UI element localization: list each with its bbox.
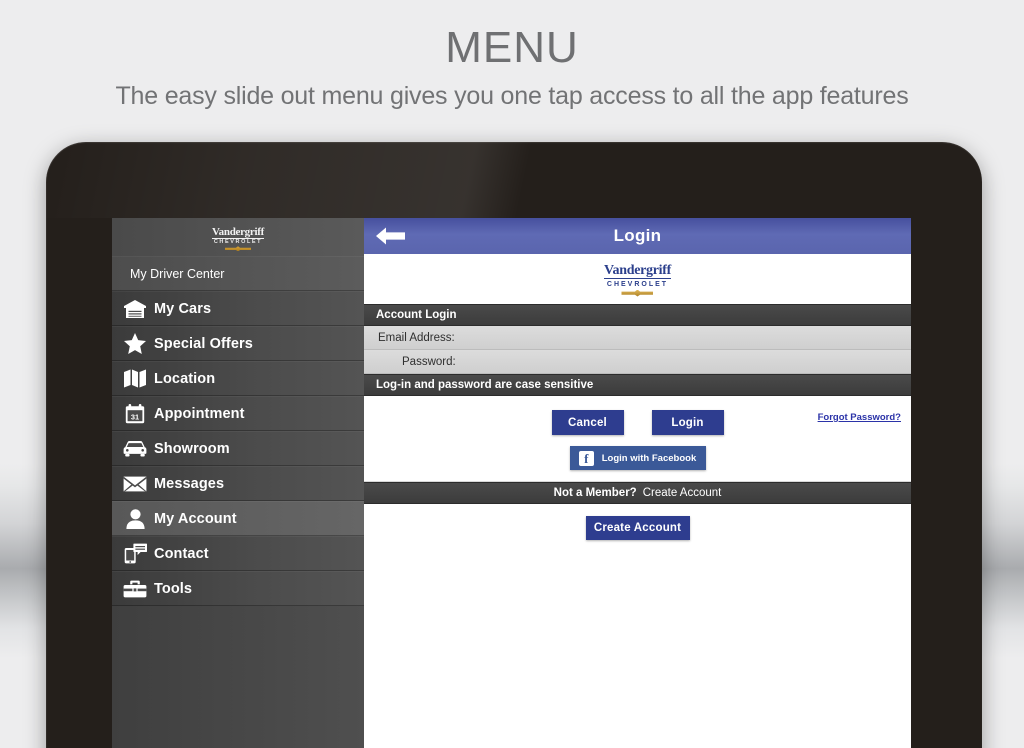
tablet-device-frame: Vandergriff CHEVROLET My Driver Center M… bbox=[46, 142, 982, 748]
email-input[interactable] bbox=[454, 326, 911, 349]
sidebar-item-showroom[interactable]: Showroom bbox=[112, 431, 364, 466]
sidebar-item-label: My Account bbox=[154, 510, 237, 527]
cancel-button[interactable]: Cancel bbox=[551, 410, 624, 435]
sidebar-item-label: Appointment bbox=[154, 405, 245, 422]
sidebar-item-label: Location bbox=[154, 370, 216, 387]
login-panel-empty-area bbox=[364, 550, 911, 748]
account-login-header: Account Login bbox=[364, 304, 911, 326]
not-a-member-answer: Create Account bbox=[642, 487, 722, 499]
toolbox-icon bbox=[116, 576, 154, 602]
create-account-area: Create Account bbox=[364, 504, 911, 550]
facebook-login-label: Login with Facebook bbox=[601, 452, 697, 464]
sidebar-item-special-offers[interactable]: Special Offers bbox=[112, 326, 364, 361]
login-actions: Cancel Login Forgot Password? f Login wi… bbox=[364, 396, 911, 482]
chevrolet-bowtie-icon bbox=[225, 246, 251, 252]
page-title: MENU bbox=[445, 23, 579, 72]
create-account-button[interactable]: Create Account bbox=[585, 516, 690, 540]
svg-text:31: 31 bbox=[131, 412, 139, 421]
slide-out-menu: Vandergriff CHEVROLET My Driver Center M… bbox=[112, 218, 364, 748]
sidebar-item-label: My Cars bbox=[154, 300, 212, 317]
phone-chat-icon bbox=[116, 541, 154, 567]
email-field-label: Email Address: bbox=[378, 331, 455, 344]
password-field-label: Password: bbox=[402, 355, 456, 368]
sidebar-logo-brand: CHEVROLET bbox=[213, 238, 263, 245]
tablet-screen: Vandergriff CHEVROLET My Driver Center M… bbox=[112, 218, 911, 748]
sidebar-logo: Vandergriff CHEVROLET bbox=[112, 218, 364, 256]
sidebar-item-appointment[interactable]: 31 Appointment bbox=[112, 396, 364, 431]
login-button[interactable]: Login bbox=[651, 410, 724, 435]
back-arrow-icon[interactable] bbox=[376, 225, 406, 247]
case-sensitive-note: Log-in and password are case sensitive bbox=[364, 374, 911, 396]
email-field-row[interactable]: Email Address: bbox=[364, 326, 911, 350]
not-a-member-question: Not a Member? bbox=[553, 487, 637, 499]
app-titlebar: Login bbox=[364, 218, 911, 254]
sidebar-item-tools[interactable]: Tools bbox=[112, 571, 364, 606]
account-login-header-label: Account Login bbox=[376, 309, 457, 321]
star-icon bbox=[116, 331, 154, 357]
sidebar-item-label: Showroom bbox=[154, 440, 230, 457]
sidebar-item-my-cars[interactable]: My Cars bbox=[112, 291, 364, 326]
envelope-icon bbox=[116, 471, 154, 497]
forgot-password-link[interactable]: Forgot Password? bbox=[818, 412, 901, 423]
sidebar-item-contact[interactable]: Contact bbox=[112, 536, 364, 571]
car-icon bbox=[116, 436, 154, 462]
password-input[interactable] bbox=[455, 350, 911, 373]
login-panel: Login Vandergriff CHEVROLET Account Logi… bbox=[364, 218, 911, 748]
calendar-icon: 31 bbox=[116, 401, 154, 427]
bezel-reflection bbox=[46, 142, 982, 218]
facebook-icon: f bbox=[578, 450, 594, 466]
password-field-row[interactable]: Password: bbox=[364, 350, 911, 374]
sidebar-item-my-account[interactable]: My Account bbox=[112, 501, 364, 536]
dealer-logo-name: Vandergriff bbox=[604, 262, 671, 279]
dealer-logo: Vandergriff CHEVROLET bbox=[364, 254, 911, 304]
sidebar-item-label: Special Offers bbox=[154, 335, 253, 352]
sidebar-item-label: Contact bbox=[154, 545, 209, 562]
sidebar-logo-name: Vandergriff bbox=[212, 225, 264, 239]
page-subtitle: The easy slide out menu gives you one ta… bbox=[115, 82, 909, 110]
sidebar-header-label: My Driver Center bbox=[130, 266, 225, 281]
sidebar-item-my-driver-center[interactable]: My Driver Center bbox=[112, 256, 364, 291]
case-sensitive-note-label: Log-in and password are case sensitive bbox=[376, 379, 594, 391]
facebook-login-button[interactable]: f Login with Facebook bbox=[569, 446, 706, 470]
sidebar-empty-area bbox=[112, 606, 364, 748]
titlebar-title: Login bbox=[613, 226, 662, 245]
sidebar-item-location[interactable]: Location bbox=[112, 361, 364, 396]
chevrolet-bowtie-icon bbox=[621, 289, 654, 297]
dealer-logo-brand: CHEVROLET bbox=[606, 280, 669, 288]
map-icon bbox=[116, 366, 154, 392]
sidebar-item-label: Tools bbox=[154, 580, 193, 597]
person-icon bbox=[116, 506, 154, 532]
sidebar-item-label: Messages bbox=[154, 475, 225, 492]
not-a-member-bar: Not a Member? Create Account bbox=[364, 482, 911, 504]
promo-header: MENU The easy slide out menu gives you o… bbox=[0, 0, 1024, 130]
garage-icon bbox=[116, 296, 154, 322]
sidebar-item-messages[interactable]: Messages bbox=[112, 466, 364, 501]
